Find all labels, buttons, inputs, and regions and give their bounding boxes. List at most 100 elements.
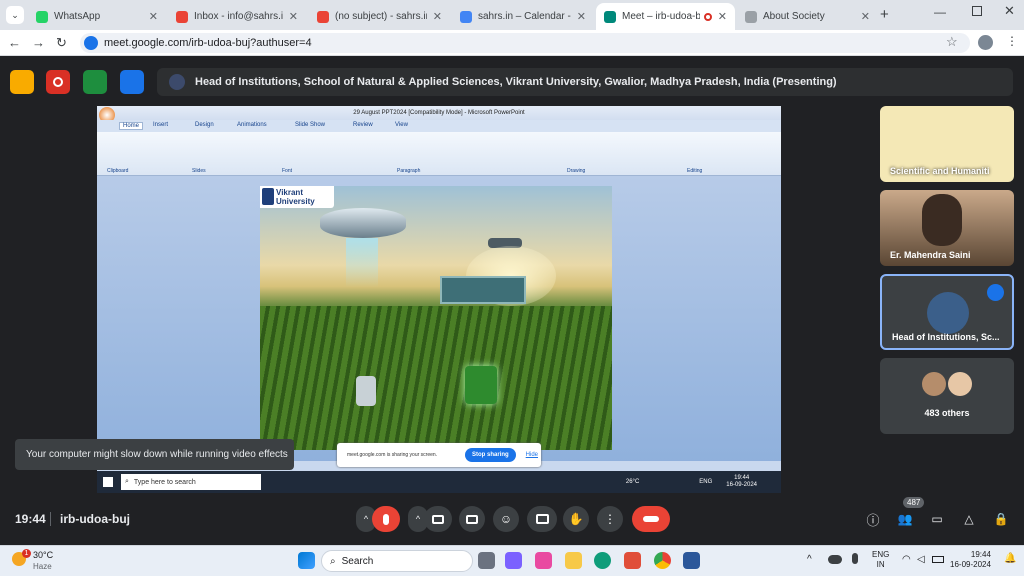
tab-label: About Society — [763, 11, 825, 22]
forward-icon[interactable]: → — [32, 35, 45, 50]
more-options-button[interactable]: ⋮ — [597, 506, 623, 532]
record-icon[interactable] — [46, 70, 70, 94]
tab-label: Meet – irb-udoa-buj — [622, 11, 700, 22]
browser-tab[interactable]: sahrs.in – Calendar - Mond ✕ — [452, 3, 594, 30]
word-icon[interactable] — [683, 552, 700, 569]
windows-start-button[interactable] — [298, 552, 315, 569]
shield-icon — [262, 188, 274, 205]
close-icon[interactable]: ✕ — [149, 10, 158, 23]
camera-off-icon[interactable] — [10, 70, 34, 94]
close-icon[interactable]: ✕ — [289, 10, 298, 23]
battery-icon[interactable] — [932, 556, 944, 563]
restore-button[interactable] — [972, 6, 982, 16]
present-icon — [535, 514, 549, 524]
reload-icon[interactable]: ↻ — [56, 35, 67, 51]
ribbon-tab[interactable]: Design — [195, 122, 214, 128]
copilot-icon[interactable] — [505, 552, 522, 569]
people-icon[interactable]: 👥 — [896, 510, 914, 528]
drone-icon — [320, 208, 406, 238]
back-icon[interactable]: ← — [8, 35, 21, 50]
chat-icon[interactable]: ▭ — [928, 510, 946, 528]
search-icon: ⌕ — [125, 478, 129, 485]
ribbon-tab[interactable]: Review — [353, 122, 373, 128]
ribbon-tab[interactable]: Home — [119, 122, 144, 130]
store-icon[interactable] — [624, 552, 641, 569]
raise-hand-button[interactable]: ✋ — [563, 506, 589, 532]
people-count-badge: 487 — [903, 497, 925, 508]
meeting-details-icon[interactable]: ⓘ — [864, 510, 882, 528]
participant-tile-presenter[interactable]: Head of Institutions, Sc... — [880, 274, 1014, 350]
video-effects-toast: Your computer might slow down while runn… — [15, 439, 294, 470]
emoji-button[interactable]: ☺ — [493, 506, 519, 532]
tab-search-button[interactable]: ⌄ — [6, 6, 24, 24]
tab-favicon-icon — [317, 10, 329, 23]
edge-icon[interactable] — [594, 552, 611, 569]
field-rows — [260, 306, 612, 450]
speaker-icon[interactable]: ◁ — [917, 554, 925, 565]
notifications-icon[interactable]: 🔔 — [1004, 553, 1016, 564]
taskbar-clock[interactable]: 19:44 16-09-2024 — [950, 550, 991, 570]
captions-button[interactable] — [459, 506, 485, 532]
weather-temp: 30°C — [33, 550, 54, 560]
presenter-avatar-icon — [169, 74, 185, 90]
drone-beam — [346, 238, 378, 288]
host-controls-icon[interactable]: 🔒 — [992, 510, 1010, 528]
tab-favicon-icon — [745, 10, 757, 23]
ribbon-tab[interactable]: Animations — [237, 122, 267, 128]
minimize-button[interactable]: — — [934, 5, 946, 19]
shared-clock: 19:44 16-09-2024 — [726, 475, 757, 488]
address-bar[interactable]: meet.google.com/irb-udoa-buj?authuser=4 — [80, 33, 970, 53]
profile-avatar[interactable] — [978, 35, 993, 50]
search-icon: ⌕ — [330, 555, 336, 567]
taskbar-search-box[interactable]: ⌕ Search — [321, 550, 473, 572]
file-explorer-icon[interactable] — [565, 552, 582, 569]
browser-tab[interactable]: Inbox - info@sahrs.in - sah ✕ — [168, 3, 306, 30]
activities-icon-bottom[interactable]: △ — [960, 510, 978, 528]
browser-tab[interactable]: Meet – irb-udoa-buj ✕ — [596, 3, 735, 30]
browser-tab[interactable]: About Society ✕ — [737, 3, 878, 30]
shared-screen: 29 August PPT2024 [Compatibility Mode] -… — [97, 106, 781, 493]
menu-kebab-icon[interactable]: ⋮ — [1006, 34, 1018, 48]
mic-off-button[interactable] — [372, 506, 400, 532]
browser-tab[interactable]: (no subject) - sahrs.india@ ✕ — [309, 3, 450, 30]
avatar — [927, 292, 969, 334]
bookmark-star-icon[interactable]: ☆ — [946, 34, 958, 50]
powerpoint-title-bar: 29 August PPT2024 [Compatibility Mode] -… — [97, 106, 781, 120]
hide-link[interactable]: Hide — [526, 452, 538, 458]
effects-icon[interactable] — [120, 70, 144, 94]
present-button[interactable] — [527, 506, 557, 532]
activities-icon[interactable] — [83, 70, 107, 94]
mic-tray-icon[interactable] — [852, 553, 858, 564]
ribbon-group-label: Slides — [192, 168, 206, 174]
ribbon-tab[interactable]: Insert — [153, 122, 168, 128]
app-icon[interactable] — [535, 552, 552, 569]
ribbon-tab[interactable]: View — [395, 122, 408, 128]
browser-tab[interactable]: WhatsApp ✕ — [28, 3, 166, 30]
notification-badge: 1 — [22, 549, 31, 558]
ribbon-tab[interactable]: Slide Show — [295, 122, 325, 128]
close-icon[interactable]: ✕ — [577, 10, 586, 23]
close-window-button[interactable]: ✕ — [1004, 3, 1015, 19]
tray-chevron-icon[interactable]: ^ — [807, 554, 812, 565]
tab-label: sahrs.in – Calendar - Mond — [478, 11, 571, 22]
leave-call-button[interactable] — [632, 506, 670, 532]
close-icon[interactable]: ✕ — [718, 10, 727, 23]
language-indicator[interactable]: ENG IN — [872, 550, 889, 570]
chrome-icon[interactable] — [654, 552, 671, 569]
participant-tile-grid[interactable]: Scientific and Humaniti — [880, 106, 1014, 182]
wifi-icon[interactable]: ◠ — [902, 554, 911, 565]
close-icon[interactable]: ✕ — [433, 10, 442, 23]
ribbon-group-label: Clipboard — [107, 168, 129, 174]
stop-sharing-button[interactable]: Stop sharing — [465, 448, 516, 462]
participant-tile-others[interactable]: 483 others — [880, 358, 1014, 434]
site-info-icon[interactable] — [84, 36, 98, 50]
participant-tile-mahendra[interactable]: Er. Mahendra Saini — [880, 190, 1014, 266]
robot-icon — [356, 376, 376, 406]
close-icon[interactable]: ✕ — [861, 10, 870, 23]
presenting-banner: Head of Institutions, School of Natural … — [157, 68, 1013, 96]
new-tab-button[interactable]: + — [880, 6, 889, 23]
ribbon: Clipboard Slides Font Paragraph Drawing Editi… — [97, 132, 781, 176]
camera-button[interactable] — [424, 506, 452, 532]
onedrive-icon[interactable] — [828, 555, 842, 564]
task-view-icon[interactable] — [478, 552, 495, 569]
